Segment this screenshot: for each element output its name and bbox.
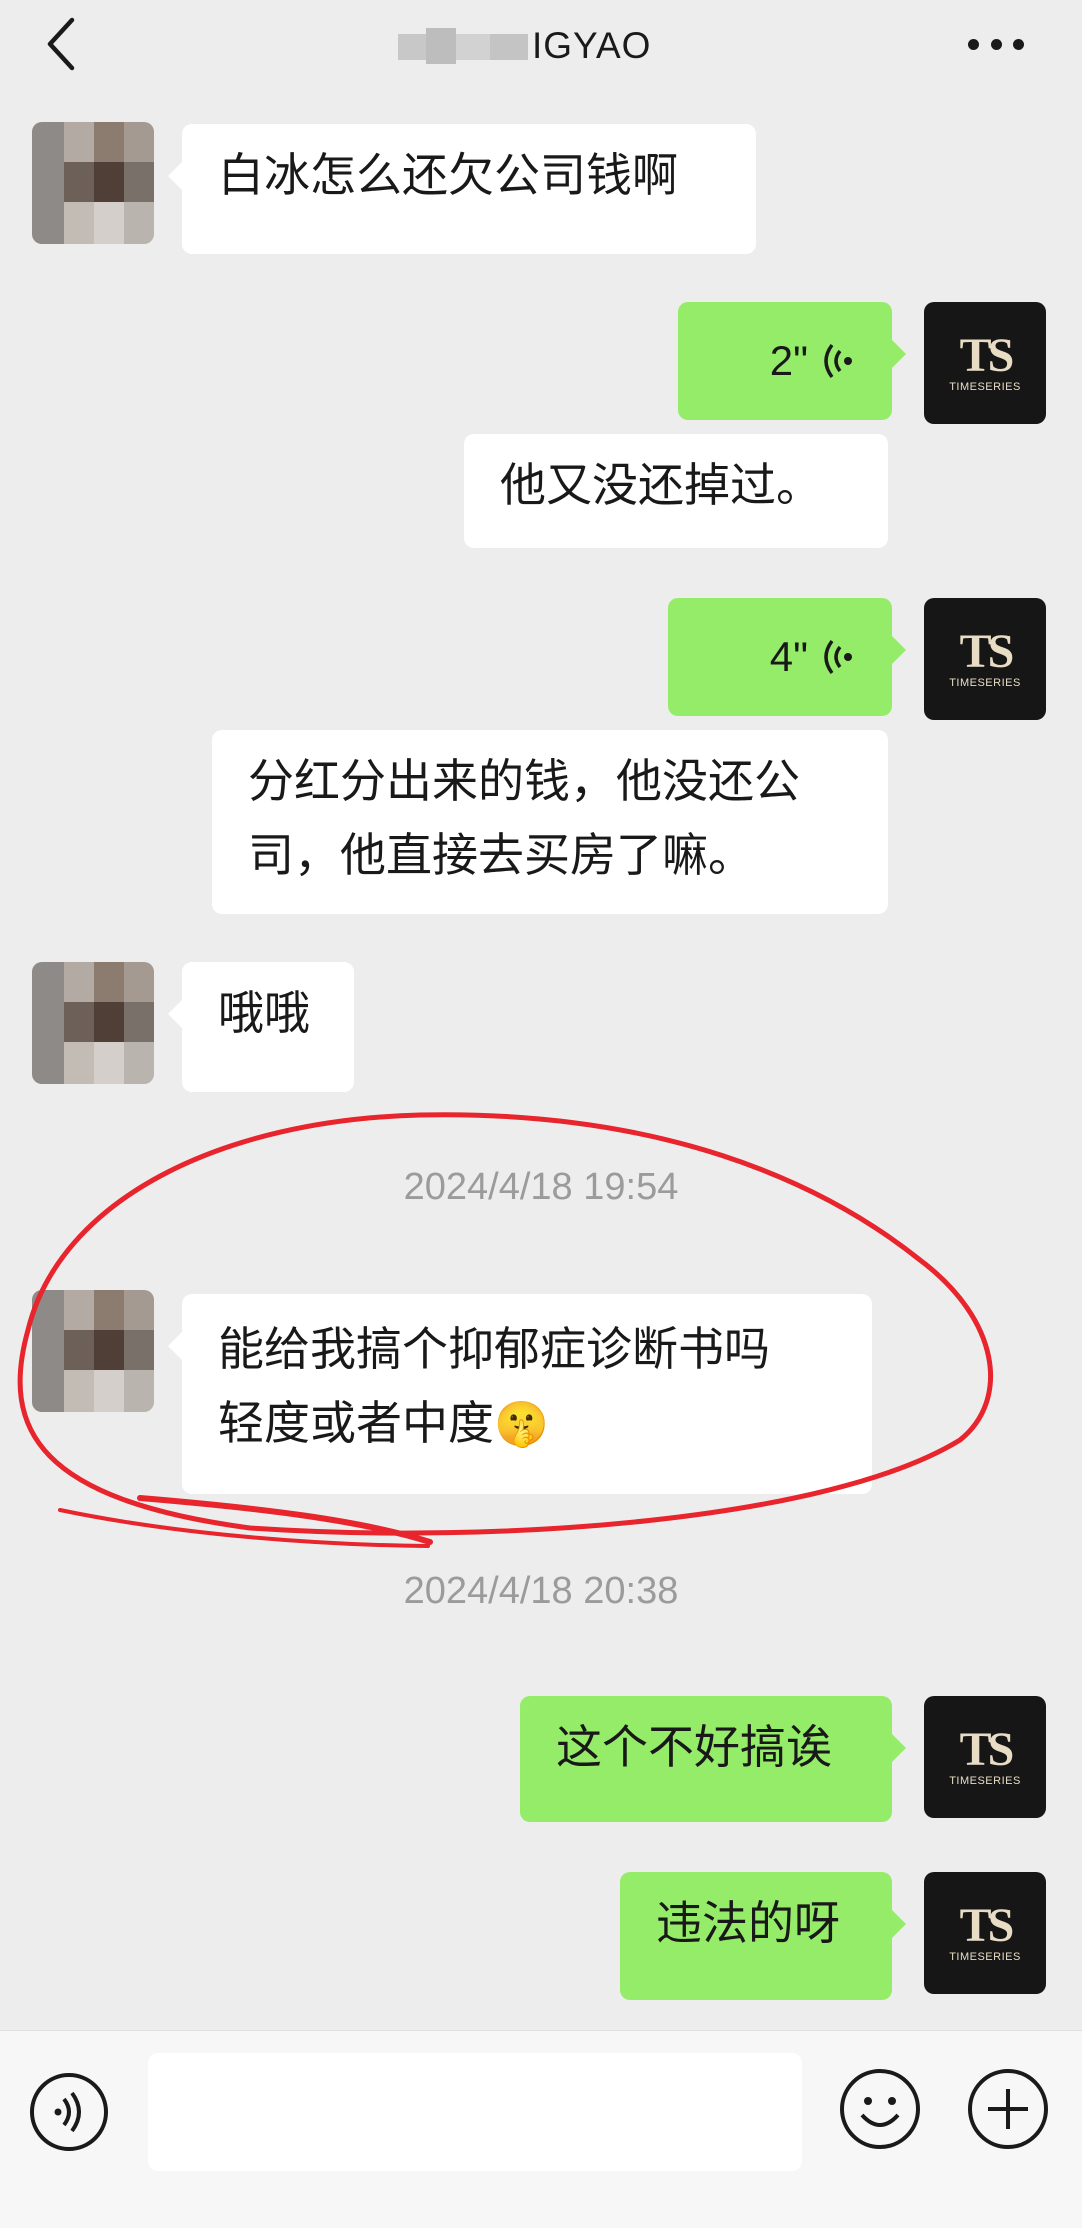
message-text: 白冰怎么还欠公司钱啊 — [218, 148, 678, 202]
contact-avatar[interactable] — [32, 122, 154, 244]
message-line-2: 轻度或者中度 — [218, 1396, 494, 1450]
shushing-emoji-icon: 🤫 — [494, 1399, 549, 1450]
contact-avatar[interactable] — [32, 962, 154, 1084]
emoji-icon — [840, 2069, 920, 2149]
message-text: 违法的呀 — [656, 1896, 840, 1950]
voice-wave-icon — [824, 343, 852, 379]
emoji-button[interactable] — [838, 2067, 922, 2151]
message-bubble-incoming[interactable]: 白冰怎么还欠公司钱啊 — [168, 124, 756, 254]
chevron-left-icon — [47, 17, 75, 71]
voice-message-bubble[interactable]: 4" — [668, 598, 906, 716]
more-actions-button[interactable] — [966, 2067, 1050, 2151]
self-avatar[interactable]: TS TIMESERIES — [924, 302, 1046, 424]
more-button[interactable] — [960, 20, 1032, 68]
chat-title: IGYAO — [390, 16, 651, 76]
chat-title-text: IGYAO — [532, 25, 652, 66]
message-bubble-outgoing[interactable]: 违法的呀 — [620, 1872, 906, 2000]
ts-logo-sub: TIMESERIES — [949, 1775, 1021, 1787]
self-avatar[interactable]: TS TIMESERIES — [924, 1872, 1046, 1994]
back-button[interactable] — [40, 14, 88, 74]
message-bubble-outgoing[interactable]: 这个不好搞诶 — [520, 1696, 906, 1822]
message-line-1: 能给我搞个抑郁症诊断书吗 — [218, 1322, 770, 1376]
input-bar — [0, 2030, 1082, 2228]
ts-logo: TS — [959, 625, 1015, 678]
voice-duration: 4" — [769, 633, 808, 680]
more-dots-icon — [968, 38, 979, 50]
ts-logo: TS — [959, 1899, 1015, 1952]
timestamp: 2024/4/18 19:54 — [403, 1166, 679, 1208]
self-avatar[interactable]: TS TIMESERIES — [924, 598, 1046, 720]
ts-logo-sub: TIMESERIES — [949, 1951, 1021, 1963]
chat-header: IGYAO — [0, 0, 1082, 100]
transcript-bubble[interactable]: 他又没还掉过。 — [464, 434, 888, 548]
ts-logo: TS — [959, 329, 1015, 382]
voice-wave-icon — [824, 639, 852, 675]
message-text: 这个不好搞诶 — [556, 1720, 832, 1774]
transcript-line-1: 分红分出来的钱，他没还公 — [248, 754, 800, 808]
voice-duration: 2" — [769, 337, 808, 384]
transcript-bubble[interactable]: 分红分出来的钱，他没还公 司，他直接去买房了嘛。 — [212, 730, 888, 914]
message-bubble-incoming[interactable]: 能给我搞个抑郁症诊断书吗 轻度或者中度🤫 — [168, 1294, 872, 1494]
transcript-text: 他又没还掉过。 — [500, 458, 822, 512]
ts-logo-sub: TIMESERIES — [949, 677, 1021, 689]
voice-message-bubble[interactable]: 2" — [678, 302, 906, 420]
ts-logo-sub: TIMESERIES — [949, 381, 1021, 393]
red-circle-annotation — [17, 1112, 993, 1548]
message-bubble-incoming[interactable]: 哦哦 — [168, 962, 354, 1092]
plus-icon — [968, 2069, 1048, 2149]
message-input[interactable] — [148, 2053, 802, 2171]
transcript-line-2: 司，他直接去买房了嘛。 — [248, 828, 754, 882]
voice-mode-button[interactable] — [28, 2071, 110, 2153]
title-redaction — [390, 24, 530, 68]
voice-mode-icon — [30, 2073, 108, 2151]
ts-logo: TS — [959, 1723, 1015, 1776]
timestamp: 2024/4/18 20:38 — [403, 1570, 679, 1612]
contact-avatar[interactable] — [32, 1290, 154, 1412]
message-text: 哦哦 — [218, 986, 310, 1040]
chat-screen: IGYAO 白冰怎么还欠公司钱啊 TS TIMESERIES 2" 他又没还掉过… — [0, 0, 1082, 2228]
self-avatar[interactable]: TS TIMESERIES — [924, 1696, 1046, 1818]
